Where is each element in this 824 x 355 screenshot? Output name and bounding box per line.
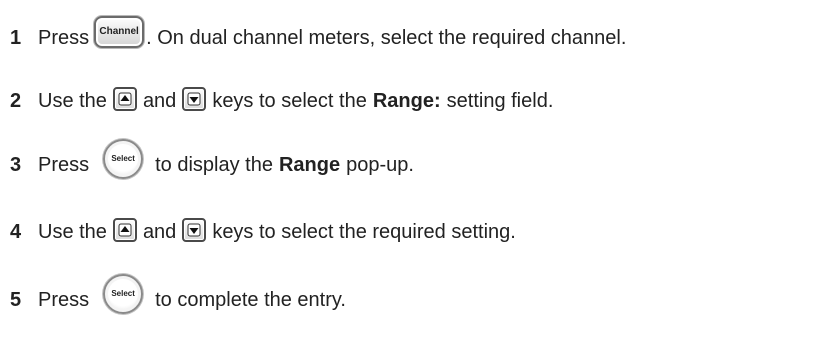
step-1: 1 Press Channel . On dual channel meters… — [10, 16, 627, 58]
step-text: to complete the entry. — [155, 289, 346, 311]
procedure-steps: 1 Press Channel . On dual channel meters… — [0, 0, 824, 355]
step-number: 3 — [10, 154, 22, 176]
channel-key-icon: Channel — [94, 16, 145, 48]
down-arrow-key-icon — [182, 87, 207, 111]
down-arrow-key-icon — [182, 218, 207, 242]
step-number: 2 — [10, 90, 22, 112]
up-arrow-key-icon — [112, 218, 137, 242]
step-text: and — [142, 90, 177, 112]
step-text: Press — [38, 154, 90, 176]
step-number: 1 — [10, 27, 22, 49]
up-arrow-key-icon — [112, 87, 137, 111]
step-text: Press — [38, 27, 90, 49]
step-text: Use the — [38, 90, 107, 112]
step-text: setting field. — [446, 90, 554, 112]
step-text: Press — [38, 289, 90, 311]
step-4: 4 Use the and keys to select the require… — [10, 212, 516, 252]
step-text: and — [142, 221, 177, 243]
step-number: 4 — [10, 221, 22, 243]
step-text: pop-up. — [346, 154, 414, 176]
step-text: . On dual channel meters, select the req… — [146, 27, 627, 49]
field-name-range: Range: — [372, 90, 441, 112]
step-text: keys to select the required setting. — [212, 221, 516, 243]
step-5: 5 Press Select to complete the entry. — [10, 274, 346, 320]
step-number: 5 — [10, 289, 22, 311]
select-key-icon: Select — [103, 139, 144, 179]
step-3: 3 Press Select to display the Range pop-… — [10, 139, 414, 185]
step-2: 2 Use the and keys to select the Range: … — [10, 81, 553, 121]
step-text: to display the — [155, 154, 273, 176]
select-key-icon: Select — [103, 274, 144, 314]
step-text: Use the — [38, 221, 107, 243]
step-text: keys to select the — [212, 90, 367, 112]
popup-name-range: Range — [278, 154, 341, 176]
